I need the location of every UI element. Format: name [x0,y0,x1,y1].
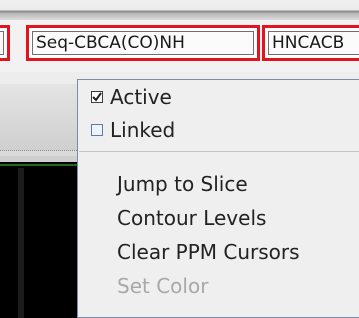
tab-previous-spectrum[interactable] [0,25,10,61]
menu-item-linked[interactable]: Linked [78,115,359,145]
menu-item-set-color: Set Color [117,274,209,298]
checkmark-icon [92,91,102,102]
menu-item-jump-to-slice[interactable]: Jump to Slice [78,169,359,199]
tab-label: Seq-CBCA(CO)NH [32,31,254,55]
tab-label: HNCACB [268,31,359,55]
menu-item-clear-ppm-cursors[interactable]: Clear PPM Cursors [78,237,359,267]
tab-hncacb[interactable]: HNCACB [262,25,359,61]
menu-separator [79,151,359,152]
menu-item-label: Linked [110,118,176,142]
tab-label [0,31,4,55]
menu-item-contour-levels[interactable]: Contour Levels [78,203,359,233]
menu-item-active[interactable]: Active [78,82,359,112]
spectrum-context-menu: Active Linked Jump to Slice Contour Leve… [77,79,359,318]
menu-item-label: Active [110,85,172,109]
window-top-edge [0,0,359,20]
active-checkbox-icon[interactable] [91,90,103,103]
linked-checkbox-icon[interactable] [91,123,103,136]
canvas-left-marker [18,168,24,318]
tab-seq-cbca-co-nh[interactable]: Seq-CBCA(CO)NH [26,25,260,61]
